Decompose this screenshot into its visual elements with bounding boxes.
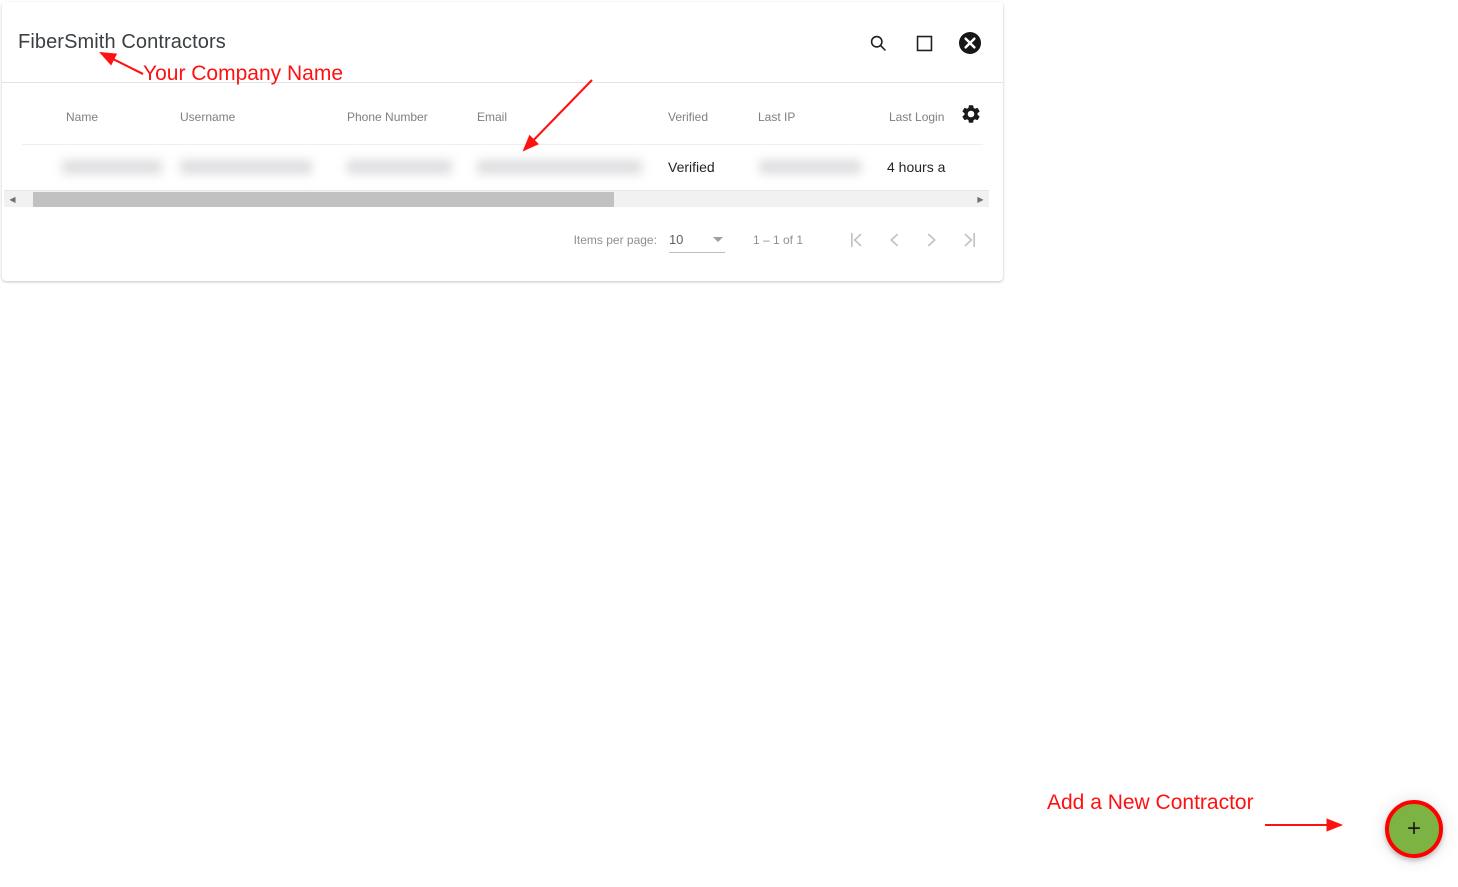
items-per-page-value: 10 (668, 232, 684, 247)
scrollbar-track[interactable] (21, 191, 972, 208)
items-per-page-select[interactable]: 10 (668, 228, 725, 253)
column-header-name[interactable]: Name (66, 110, 98, 124)
column-header-last-login[interactable]: Last Login (889, 110, 944, 124)
items-per-page-label: Items per page: (573, 233, 657, 247)
scrollbar-thumb[interactable] (33, 191, 614, 207)
column-header-username[interactable]: Username (180, 110, 235, 124)
column-header-last-ip[interactable]: Last IP (758, 110, 795, 124)
add-contractor-fab[interactable]: + (1385, 800, 1443, 858)
toolbar-actions (863, 28, 985, 58)
maximize-icon[interactable] (909, 28, 939, 58)
table-header-row: Name Username Phone Number Email Verifie… (22, 83, 983, 145)
contractors-card: FiberSmith Contractors Name Username Pho… (2, 2, 1003, 281)
scroll-left-arrow-icon[interactable]: ◀ (4, 191, 21, 208)
cell-name-redacted (62, 160, 162, 174)
annotation-company-name: Your Company Name (143, 62, 343, 85)
horizontal-scrollbar[interactable]: ◀ ▶ (4, 190, 989, 207)
annotation-add-new-contractor: Add a New Contractor (1047, 791, 1254, 814)
cell-username-redacted (180, 160, 312, 174)
last-page-button[interactable] (951, 223, 989, 257)
column-header-phone-number[interactable]: Phone Number (347, 110, 428, 124)
table-row[interactable]: Verified 4 hours a (22, 145, 983, 189)
next-page-button[interactable] (913, 223, 951, 257)
previous-page-button[interactable] (875, 223, 913, 257)
page-range-label: 1 – 1 of 1 (752, 233, 803, 247)
cell-phone-redacted (347, 160, 452, 174)
close-icon[interactable] (955, 28, 985, 58)
search-icon[interactable] (863, 28, 893, 58)
contractors-table: Name Username Phone Number Email Verifie… (2, 83, 1003, 188)
plus-icon: + (1406, 815, 1421, 842)
scroll-right-arrow-icon[interactable]: ▶ (972, 191, 989, 208)
paginator: Items per page: 10 1 – 1 of 1 (574, 224, 989, 256)
column-header-email[interactable]: Email (477, 110, 507, 124)
column-header-verified[interactable]: Verified (668, 110, 708, 124)
cell-last-ip-redacted (759, 160, 861, 174)
chevron-down-icon (712, 236, 723, 242)
cell-email-redacted (477, 160, 642, 174)
first-page-button[interactable] (837, 223, 875, 257)
cell-last-login: 4 hours a (887, 159, 946, 175)
cell-verified: Verified (668, 159, 715, 175)
page-title: FiberSmith Contractors (18, 31, 226, 53)
gear-icon[interactable] (958, 101, 984, 127)
